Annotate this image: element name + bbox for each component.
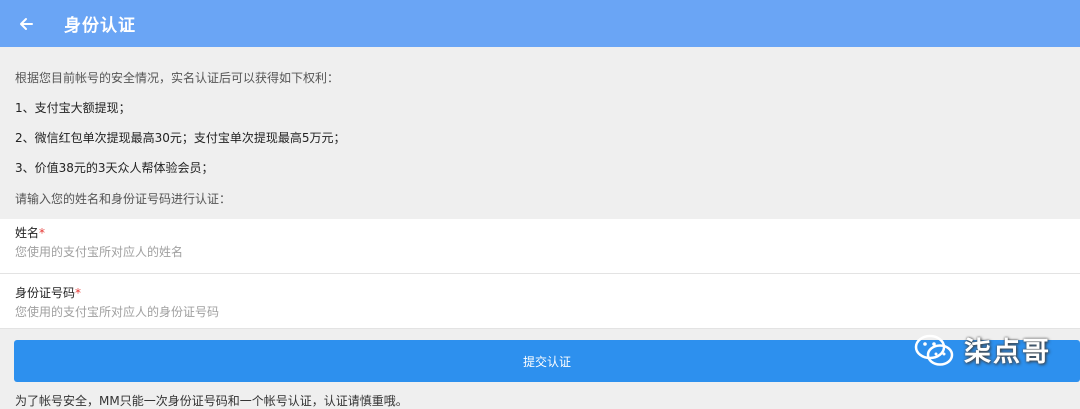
name-input[interactable] [15, 245, 1065, 259]
id-number-input[interactable] [15, 305, 1065, 319]
footer-note: 为了帐号安全，MM只能一次身份证号码和一个帐号认证，认证请慎重哦。 [15, 394, 408, 408]
intro-section: 根据您目前帐号的安全情况，实名认证后可以获得如下权利： 1、支付宝大额提现； 2… [0, 47, 1080, 207]
form-hint: 请输入您的姓名和身份证号码进行认证： [15, 192, 232, 206]
benefit-item: 2、微信红包单次提现最高30元；支付宝单次提现最高5万元； [15, 131, 346, 145]
required-mark: * [75, 286, 82, 300]
benefit-item: 3、价值38元的3天众人帮体验会员； [15, 161, 214, 175]
app-header: 身份认证 [0, 0, 1080, 47]
benefit-item: 1、支付宝大额提现； [15, 101, 131, 115]
watermark: 柒点哥 [914, 330, 1051, 369]
intro-lead: 根据您目前帐号的安全情况，实名认证后可以获得如下权利： [15, 71, 340, 85]
arrow-left-icon [20, 17, 33, 30]
verification-form: 姓名* 身份证号码* [0, 219, 1080, 329]
name-field-row: 姓名* [0, 219, 1080, 274]
id-number-label: 身份证号码* [15, 286, 82, 300]
required-mark: * [39, 226, 46, 240]
name-label: 姓名* [15, 226, 46, 240]
page-title: 身份认证 [64, 16, 136, 36]
watermark-text: 柒点哥 [964, 337, 1051, 368]
back-button[interactable] [14, 12, 38, 36]
id-number-field-row: 身份证号码* [0, 274, 1080, 329]
wechat-icon [914, 334, 954, 366]
